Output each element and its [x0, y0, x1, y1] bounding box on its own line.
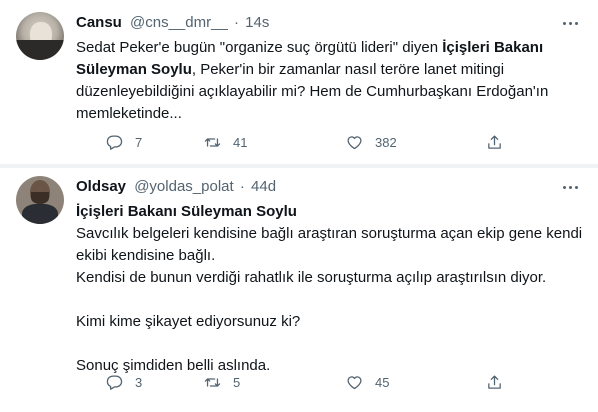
- author-handle[interactable]: @cns__dmr__: [130, 14, 228, 31]
- like-button[interactable]: 45: [346, 372, 389, 392]
- tweet-text-line: İçişleri Bakanı Süleyman Soylu: [76, 201, 576, 223]
- reply-count: 7: [135, 134, 143, 150]
- reply-icon: [106, 374, 123, 390]
- author-handle[interactable]: @yoldas_polat: [134, 178, 233, 195]
- tweet-text: Sedat Peker'e bugün "organize suç örgütü…: [76, 37, 576, 125]
- retweet-button[interactable]: 41: [204, 132, 247, 152]
- author-name[interactable]: Oldsay: [76, 178, 126, 195]
- tweet-text-run: Savcılık belgeleri kendisine bağlı araşt…: [76, 225, 583, 242]
- avatar[interactable]: [16, 176, 64, 224]
- share-button[interactable]: [486, 372, 503, 392]
- tweet-text-line: Kimi kime şikayet ediyorsunuz ki?: [76, 311, 576, 333]
- tweet-text-line: Savcılık belgeleri kendisine bağlı araşt…: [76, 223, 582, 245]
- reply-button[interactable]: 3: [106, 372, 142, 392]
- like-button[interactable]: 382: [346, 132, 397, 152]
- share-icon: [488, 374, 501, 389]
- share-icon: [488, 134, 501, 149]
- tweet-text-run: , Peker'in bir zamanlar nasıl teröre lan…: [191, 61, 505, 78]
- tweet-text-run: düzenleyebildiğini açıklayabilir mi? Hem…: [76, 83, 549, 100]
- timestamp[interactable]: 14s: [245, 14, 269, 31]
- tweet-text-line: memleketinde...: [76, 103, 576, 125]
- retweet-count: 41: [233, 134, 248, 150]
- avatar-beard: [31, 192, 49, 204]
- tweet-text: İçişleri Bakanı Süleyman Soylu Savcılık b…: [76, 201, 582, 377]
- separator-dot: ·: [239, 178, 245, 195]
- retweet-button[interactable]: 5: [204, 372, 240, 392]
- tweet-text-run: memleketinde...: [76, 105, 182, 122]
- more-icon[interactable]: [562, 178, 580, 196]
- tweet-header: Oldsay @yoldas_polat · 44d: [76, 177, 276, 197]
- tweet-text-line: Kendisi de bunun verdiği rahatlık ile so…: [76, 267, 576, 289]
- share-button[interactable]: [486, 132, 503, 152]
- retweet-icon: [204, 137, 221, 147]
- timestamp[interactable]: 44d: [251, 178, 276, 195]
- reply-icon: [106, 134, 123, 150]
- tweet-text-bold: İçişleri Bakanı: [442, 39, 544, 56]
- tweet-actions: 3 5 45: [106, 372, 526, 392]
- reply-count: 3: [135, 374, 143, 390]
- tweet-text-bold: Süleyman Soylu: [76, 61, 192, 78]
- tweet-text-line: düzenleyebildiğini açıklayabilir mi? Hem…: [76, 81, 576, 103]
- tweet-2[interactable]: Oldsay @yoldas_polat · 44d İçişleri Baka…: [0, 168, 598, 412]
- avatar-shadow: [16, 40, 64, 60]
- more-icon[interactable]: [562, 14, 580, 32]
- tweet-text-blank-line: [76, 333, 576, 355]
- reply-button[interactable]: 7: [106, 132, 142, 152]
- tweet-text-bold: İçişleri Bakanı Süleyman Soylu: [76, 203, 297, 220]
- tweet-text-run: Kendisi de bunun verdiği rahatlık ile so…: [76, 269, 547, 286]
- tweet-actions: 7 41 382: [106, 132, 526, 152]
- separator-dot: ·: [233, 14, 239, 31]
- tweet-text-line: ekibi kendisine bağlı.: [76, 245, 576, 267]
- avatar-body: [22, 204, 58, 224]
- heart-icon: [347, 375, 362, 389]
- tweet-1[interactable]: Cansu @cns__dmr__ · 14s Sedat Peker'e bu…: [0, 0, 598, 164]
- like-count: 382: [375, 134, 397, 150]
- tweet-text-run: Sedat Peker'e bugün "organize suç örgütü…: [76, 39, 443, 56]
- tweet-header: Cansu @cns__dmr__ · 14s: [76, 13, 269, 33]
- tweet-text-run: ekibi kendisine bağlı.: [76, 247, 216, 264]
- avatar[interactable]: [16, 12, 64, 60]
- like-count: 45: [375, 374, 390, 390]
- heart-icon: [347, 135, 362, 149]
- author-name[interactable]: Cansu: [76, 14, 122, 31]
- retweet-count: 5: [233, 374, 241, 390]
- retweet-icon: [204, 377, 221, 387]
- tweet-text-line: Sedat Peker'e bugün "organize suç örgütü…: [76, 37, 576, 59]
- tweet-text-line: Süleyman Soylu, Peker'in bir zamanlar na…: [76, 59, 576, 81]
- tweet-text-run: Kimi kime şikayet ediyorsunuz ki?: [76, 313, 301, 330]
- tweet-text-blank-line: [76, 289, 576, 311]
